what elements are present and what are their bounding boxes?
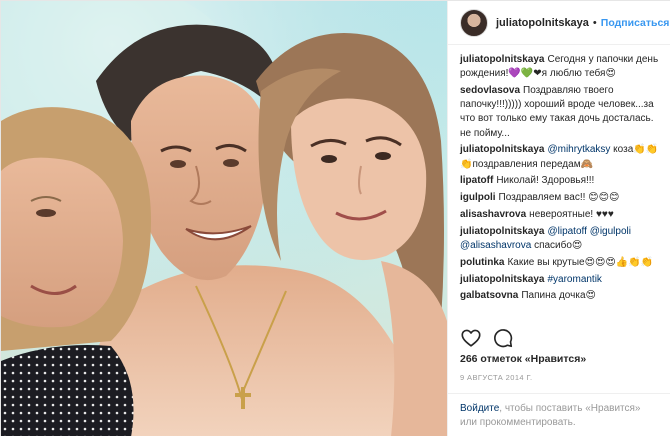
comment-mention[interactable]: @alisashavrova	[460, 240, 531, 251]
comment-text: Какие вы крутые😍😍😍👍👏👏	[507, 256, 654, 268]
header-username[interactable]: juliatopolnitskaya	[496, 17, 589, 29]
comment-mention[interactable]: @mihrytkaksy	[547, 144, 610, 155]
speech-bubble-icon[interactable]	[492, 327, 514, 349]
comment-username[interactable]: juliatopolnitskaya	[460, 144, 544, 155]
comment-item: lipatoff Николай! Здоровья!!!	[460, 174, 666, 188]
comment-username[interactable]: galbatsovna	[460, 290, 518, 301]
comment-username[interactable]: juliatopolnitskaya	[460, 274, 544, 285]
comment-item: juliatopolnitskaya @lipatoff @igulpoli @a…	[460, 225, 666, 253]
post-date: 9 августа 2014 г.	[460, 373, 533, 382]
login-prompt: Войдите, чтобы поставить «Нравится» или …	[448, 393, 670, 436]
comment-text: Николай! Здоровья!!!	[496, 175, 595, 187]
comment-mention[interactable]: @lipatoff	[547, 226, 586, 237]
comment-item: juliatopolnitskaya #yaromantik	[460, 273, 666, 287]
comment-text: Поздравляем вас!! 😊😊😊	[498, 192, 620, 204]
comment-text: невероятные! ♥♥♥	[529, 209, 614, 220]
post-frame: juliatopolnitskaya • Подписаться juliato…	[0, 0, 670, 436]
header-separator: •	[592, 16, 597, 29]
comment-item: sedovlasova Поздравляю твоего папочку!!!)…	[460, 84, 666, 141]
comment-username[interactable]: polutinka	[460, 257, 504, 268]
post-photo[interactable]	[1, 1, 447, 436]
comment-username[interactable]: lipatoff	[460, 175, 493, 186]
post-header: juliatopolnitskaya • Подписаться	[448, 1, 670, 45]
likes-count[interactable]: 266 отметок «Нравится»	[460, 353, 586, 365]
comment-item: alisashavrova невероятные! ♥♥♥	[460, 208, 666, 222]
comment-list: juliatopolnitskaya Сегодня у папочки день…	[460, 53, 666, 306]
comment-username[interactable]: sedovlasova	[460, 85, 520, 96]
post-side-panel: juliatopolnitskaya • Подписаться juliato…	[447, 1, 670, 436]
comment-username[interactable]: juliatopolnitskaya	[460, 54, 544, 65]
follow-button[interactable]: Подписаться	[601, 17, 670, 29]
heart-outline-icon[interactable]	[460, 327, 482, 349]
comment-username[interactable]: alisashavrova	[460, 209, 526, 220]
avatar[interactable]	[460, 8, 488, 37]
comment-username[interactable]: igulpoli	[460, 192, 496, 203]
login-link[interactable]: Войдите	[460, 403, 499, 414]
comment-item: juliatopolnitskaya Сегодня у папочки день…	[460, 53, 666, 81]
comment-item: juliatopolnitskaya @mihrytkaksy коза👏👏👏по…	[460, 143, 666, 171]
comment-text: спасибо😍	[531, 240, 583, 251]
comment-item: polutinka Какие вы крутые😍😍😍👍👏👏	[460, 256, 666, 270]
comment-text: Папина дочка😍	[521, 290, 596, 302]
comment-mention[interactable]: @igulpoli	[590, 226, 631, 237]
comment-username[interactable]: juliatopolnitskaya	[460, 226, 544, 237]
comment-hashtag[interactable]: #yaromantik	[547, 274, 601, 285]
comment-item: igulpoli Поздравляем вас!! 😊😊😊	[460, 191, 666, 205]
comment-item: galbatsovna Папина дочка😍	[460, 289, 666, 303]
photo-illustration	[1, 1, 447, 436]
action-bar	[460, 327, 660, 349]
